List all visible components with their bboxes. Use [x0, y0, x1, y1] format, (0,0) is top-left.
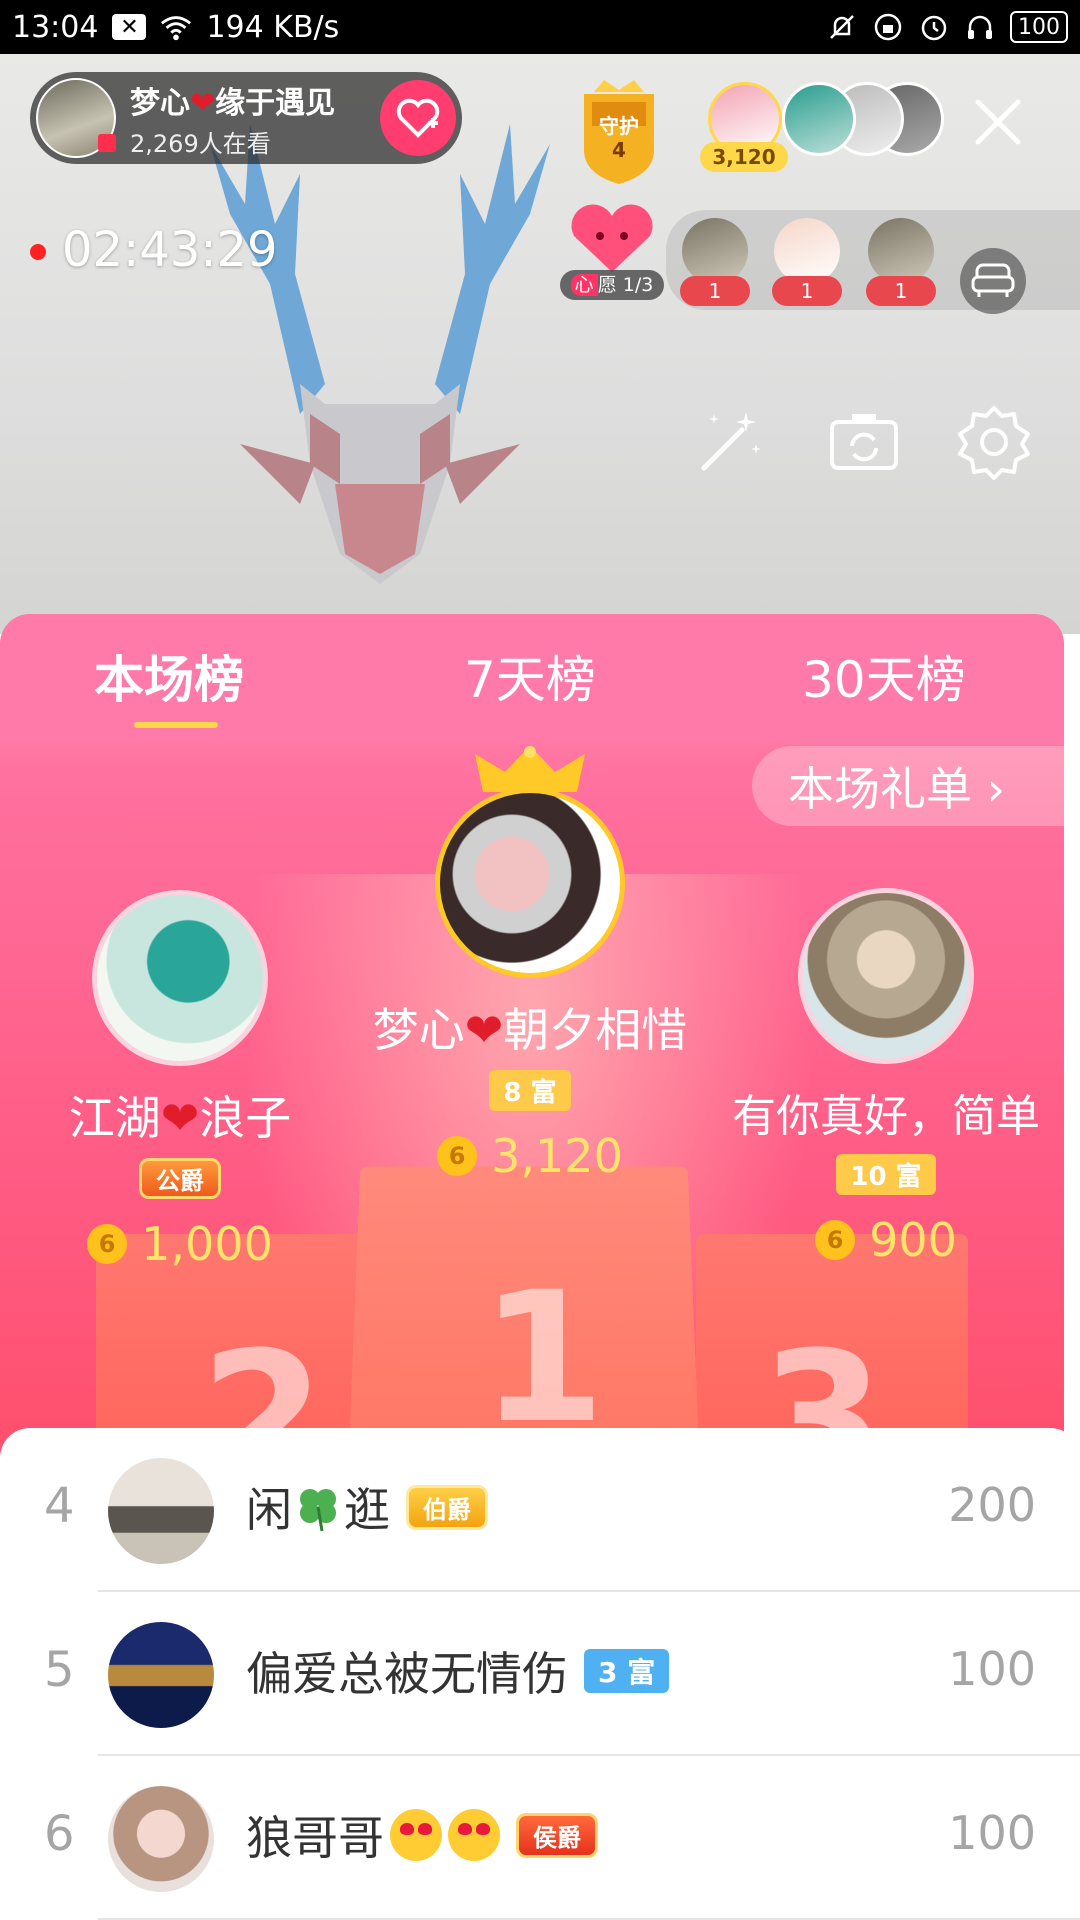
guard-count: 4 [612, 138, 626, 162]
flip-camera-button[interactable] [826, 404, 902, 480]
host-info-pill[interactable]: 梦心❤缘于遇见 2,269人在看 [30, 72, 462, 164]
alarm-icon [918, 12, 950, 42]
magic-wand-icon [701, 412, 761, 471]
camera-flip-icon [830, 414, 898, 470]
user-avatar[interactable] [108, 1622, 214, 1728]
bell-muted-icon [826, 12, 858, 42]
status-time: 13:04 [12, 9, 99, 45]
user-avatar[interactable] [108, 1458, 214, 1564]
heart-face-icon [571, 204, 653, 272]
notification-x-icon: ✕ [112, 14, 147, 40]
guest-avatar[interactable] [682, 218, 748, 284]
guest-avatar[interactable] [868, 218, 934, 284]
recording-dot [30, 244, 46, 260]
list-item[interactable]: 4 闲 逛 伯爵 200 [0, 1428, 1080, 1592]
contribution-value: 200 [948, 1478, 1036, 1532]
crown-icon [475, 746, 585, 792]
top-fan-coins: 3,120 [700, 142, 788, 172]
heart-icon: ❤ [160, 1091, 200, 1145]
first-place-amount: 6 3,120 [320, 1129, 740, 1183]
sofa-icon [971, 263, 1015, 297]
third-place-amount: 6 900 [716, 1213, 1056, 1267]
guest-count: 1 [680, 276, 750, 306]
contribution-value: 100 [948, 1642, 1036, 1696]
live-badge [98, 134, 116, 152]
heart-icon: ❤ [464, 1003, 504, 1057]
rank-tabs: 本场榜 7天榜 30天榜 [0, 614, 1064, 744]
first-place-name: 梦心❤朝夕相惜 [372, 1003, 688, 1057]
guest-count: 1 [866, 276, 936, 306]
deer-head-decoration [210, 124, 550, 584]
gear-icon [958, 406, 1030, 480]
active-tab-indicator [134, 722, 218, 728]
guard-label: 守护 [599, 114, 639, 138]
rotation-lock-icon [872, 12, 904, 42]
second-place-avatar[interactable] [92, 890, 268, 1066]
status-bar: 13:04 ✕ 194 KB/s 100 [0, 0, 1080, 54]
wealth-badge: 8 富 [489, 1070, 571, 1111]
network-speed: 194 KB/s [206, 9, 340, 45]
beauty-button[interactable] [690, 404, 766, 480]
noble-badge: 公爵 [139, 1158, 221, 1199]
rank-number: 4 [44, 1478, 75, 1534]
close-icon [975, 99, 1021, 145]
close-button[interactable] [970, 94, 1026, 150]
rank-number: 6 [44, 1806, 75, 1862]
contribution-value: 100 [948, 1806, 1036, 1860]
wish-progress: 心愿 1/3 [560, 270, 664, 300]
live-timer: 02:43:29 [62, 222, 278, 278]
tab-30-days[interactable]: 30天榜 [802, 640, 966, 712]
heart-plus-icon [396, 98, 440, 138]
sofa-button[interactable] [960, 248, 1026, 314]
rank-number: 5 [44, 1642, 75, 1698]
user-name: 狼哥哥 侯爵 [246, 1802, 598, 1868]
user-avatar[interactable] [108, 1786, 214, 1892]
settings-button[interactable] [956, 404, 1032, 480]
second-place-name: 江湖❤浪子 [68, 1091, 292, 1145]
list-item[interactable]: 6 狼哥哥 侯爵 100 [0, 1756, 1080, 1920]
battery-indicator: 100 [1010, 11, 1068, 43]
heart-eyes-emoji-icon [390, 1809, 442, 1861]
noble-badge: 伯爵 [406, 1484, 488, 1530]
wish-widget[interactable]: 心愿 1/3 [560, 204, 664, 300]
viewer-count: 2,269人在看 [130, 129, 271, 158]
wifi-icon [160, 12, 192, 42]
clover-icon [300, 1489, 336, 1532]
headphones-icon [964, 12, 996, 42]
wealth-badge: 10 富 [836, 1154, 936, 1195]
guard-badge[interactable]: 守护 4 [574, 80, 664, 184]
coin-icon: 6 [87, 1224, 128, 1264]
list-item[interactable]: 5 偏爱总被无情伤 3 富 100 [0, 1592, 1080, 1756]
guest-count: 1 [772, 276, 842, 306]
user-name: 偏爱总被无情伤 3 富 [246, 1638, 670, 1704]
fan-avatar[interactable] [782, 82, 856, 156]
top-fans[interactable]: 3,120 [700, 82, 944, 178]
coin-icon: 6 [815, 1220, 856, 1260]
heart-eyes-emoji-icon [448, 1809, 500, 1861]
host-name: 梦心❤缘于遇见 [130, 85, 336, 121]
rank-second[interactable]: 江湖❤浪子 公爵 6 1,000 [20, 890, 340, 1271]
follow-button[interactable] [380, 80, 456, 156]
tab-7-days[interactable]: 7天榜 [464, 640, 596, 712]
user-name: 闲 逛 伯爵 [246, 1474, 488, 1540]
noble-badge: 侯爵 [516, 1812, 598, 1858]
guest-avatar[interactable] [774, 218, 840, 284]
rank-list: 4 闲 逛 伯爵 200 5 偏爱总被无情伤 3 富 100 6 狼哥哥 侯爵 … [0, 1428, 1080, 1920]
tab-this-session[interactable]: 本场榜 [94, 640, 244, 712]
wealth-badge: 3 富 [584, 1649, 670, 1693]
first-place-avatar[interactable] [435, 788, 625, 978]
heart-icon: ❤ [190, 85, 216, 121]
rank-first[interactable]: 梦心❤朝夕相惜 8 富 6 3,120 [320, 746, 740, 1183]
rank-third[interactable]: 有你真好，简单 10 富 6 900 [716, 888, 1056, 1267]
third-place-name: 有你真好，简单 [732, 1091, 1040, 1142]
second-place-amount: 6 1,000 [20, 1217, 340, 1271]
gift-list-button[interactable]: 本场礼单 › [752, 746, 1064, 826]
third-place-avatar[interactable] [798, 888, 974, 1064]
live-video[interactable]: 梦心❤缘于遇见 2,269人在看 守护 4 3,120 02:43:29 心愿 … [0, 54, 1080, 634]
host-avatar[interactable] [36, 78, 116, 158]
coin-icon: 6 [437, 1136, 478, 1176]
